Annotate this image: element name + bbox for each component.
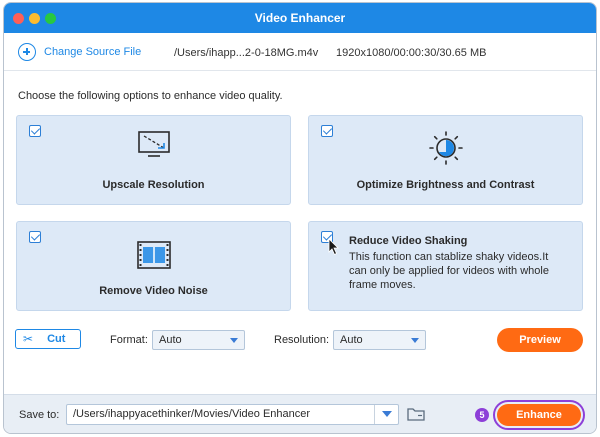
controls-bar: ✂ Cut Format: Auto Resolution: Auto Prev… bbox=[4, 325, 596, 355]
save-path-field[interactable]: /Users/ihappyacethinker/Movies/Video Enh… bbox=[66, 404, 399, 425]
resolution-label: Resolution: bbox=[274, 334, 330, 346]
preview-button[interactable]: Preview bbox=[497, 328, 583, 352]
chevron-down-icon bbox=[382, 411, 392, 417]
brightness-sun-icon bbox=[428, 130, 464, 169]
reduce-shaking-description: This function can stablize shaky videos.… bbox=[349, 251, 549, 291]
cursor-pointer-icon bbox=[328, 238, 340, 259]
optimize-brightness-checkbox[interactable] bbox=[321, 125, 333, 137]
chevron-down-icon bbox=[411, 338, 419, 343]
upscale-resolution-title: Upscale Resolution bbox=[102, 179, 205, 191]
option-remove-video-noise[interactable]: Remove Video Noise bbox=[16, 221, 291, 311]
save-path-dropdown[interactable] bbox=[374, 405, 398, 424]
upscale-monitor-icon bbox=[137, 130, 171, 163]
change-source-file-button[interactable]: Change Source File bbox=[18, 42, 141, 62]
resolution-select[interactable]: Auto bbox=[333, 330, 426, 350]
option-upscale-resolution[interactable]: Upscale Resolution bbox=[16, 115, 291, 205]
format-label: Format: bbox=[110, 334, 148, 346]
title-bar: Video Enhancer bbox=[4, 3, 596, 33]
instructions-text: Choose the following options to enhance … bbox=[18, 90, 283, 102]
enhance-highlight: Enhance bbox=[493, 400, 585, 430]
chevron-down-icon bbox=[230, 338, 238, 343]
remove-noise-checkbox[interactable] bbox=[29, 231, 41, 243]
save-bar: Save to: /Users/ihappyacethinker/Movies/… bbox=[4, 394, 596, 433]
save-to-label: Save to: bbox=[19, 409, 60, 421]
source-file-bar: Change Source File /Users/ihapp...2-0-18… bbox=[4, 33, 596, 71]
reduce-shaking-title: Reduce Video Shaking bbox=[349, 235, 468, 247]
scissors-icon: ✂ bbox=[23, 332, 34, 346]
upscale-resolution-checkbox[interactable] bbox=[29, 125, 41, 137]
open-folder-button[interactable] bbox=[406, 405, 426, 423]
source-file-info: 1920x1080/00:00:30/30.65 MB bbox=[336, 47, 487, 59]
step-number-badge: 5 bbox=[475, 408, 489, 422]
change-source-file-label: Change Source File bbox=[44, 46, 142, 58]
film-strip-icon bbox=[136, 240, 172, 273]
remove-noise-title: Remove Video Noise bbox=[99, 285, 208, 297]
resolution-value: Auto bbox=[340, 334, 363, 346]
cut-label: Cut bbox=[47, 333, 66, 345]
enhance-button[interactable]: Enhance bbox=[497, 404, 581, 426]
add-circle-icon bbox=[18, 43, 36, 61]
cut-button[interactable]: ✂ Cut bbox=[15, 329, 81, 349]
format-select[interactable]: Auto bbox=[152, 330, 245, 350]
app-window: Video Enhancer Change Source File /Users… bbox=[3, 2, 597, 434]
window-title: Video Enhancer bbox=[254, 11, 346, 25]
folder-icon bbox=[407, 408, 425, 421]
format-value: Auto bbox=[159, 334, 182, 346]
optimize-brightness-title: Optimize Brightness and Contrast bbox=[356, 179, 535, 191]
source-file-path: /Users/ihapp...2-0-18MG.m4v bbox=[174, 47, 319, 59]
option-optimize-brightness[interactable]: Optimize Brightness and Contrast bbox=[308, 115, 583, 205]
option-reduce-video-shaking[interactable]: Reduce Video Shaking This function can s… bbox=[308, 221, 583, 311]
